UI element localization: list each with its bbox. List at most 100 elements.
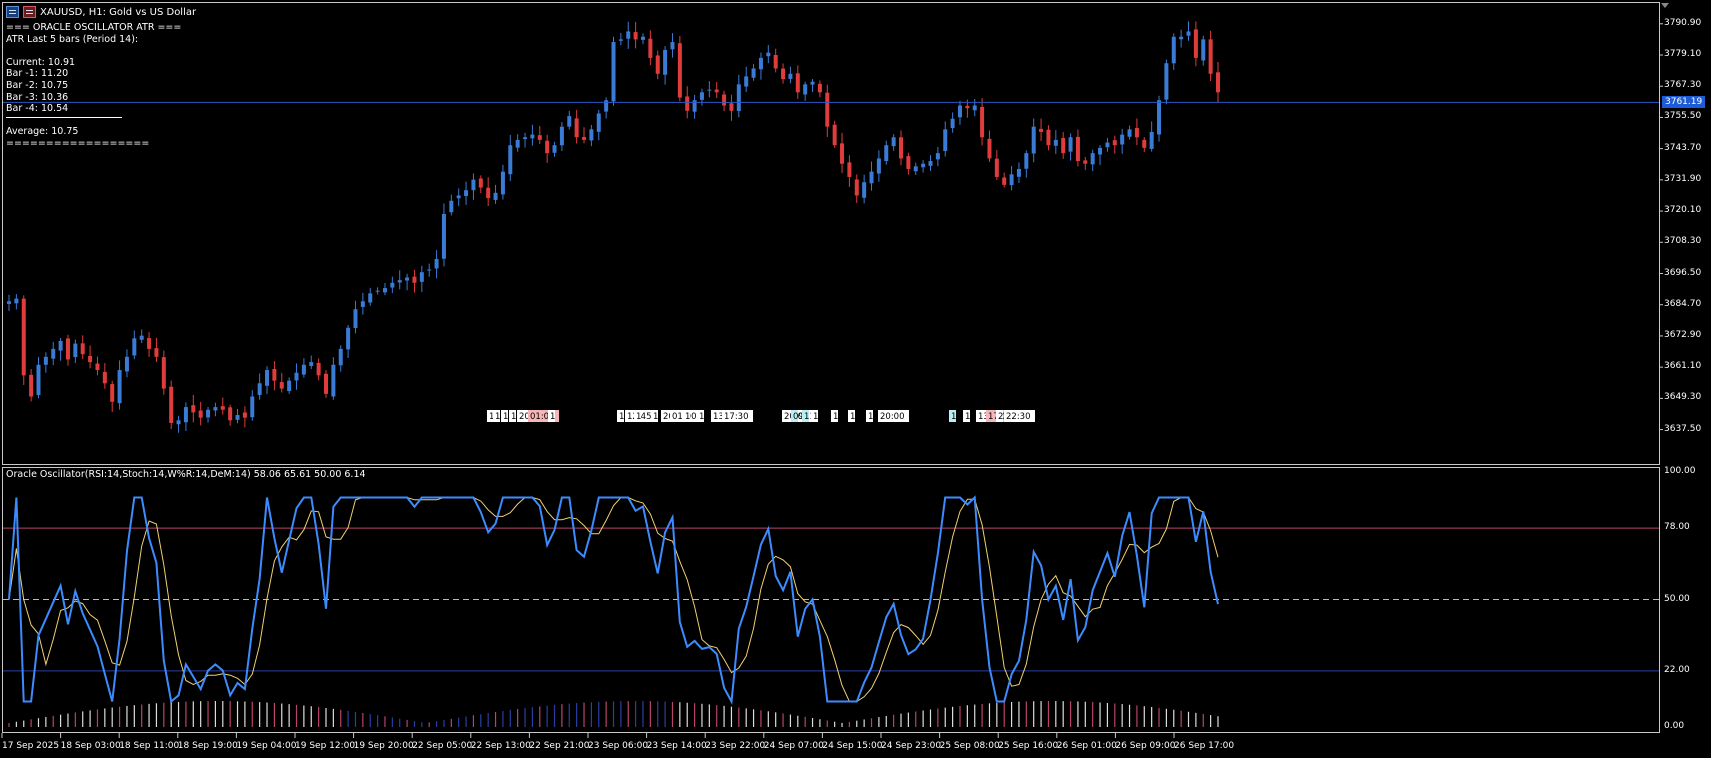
candle-body [353, 309, 358, 328]
candle-body [736, 84, 741, 112]
candle-body [1208, 39, 1213, 74]
current-price-tag: 3761.19 [1662, 96, 1706, 109]
trading-chart-window[interactable]: 111120:3001:001112:4511720:0001:0011113:… [0, 0, 1711, 758]
event-marker-label: 1 [550, 412, 555, 422]
candle-body [169, 386, 174, 423]
candle-body [699, 92, 704, 100]
candle-body [884, 145, 889, 162]
candle-body [360, 301, 365, 307]
candle-body [1127, 129, 1132, 137]
candle-body [935, 153, 940, 160]
candle-body [1157, 100, 1162, 135]
time-axis-label: 19 Sep 12:00 [295, 741, 356, 751]
oscillator-axis-tick: 0.00 [1664, 721, 1685, 731]
candle-body [198, 410, 203, 418]
chart-shift-arrow-icon[interactable] [1661, 3, 1669, 8]
candle-body [640, 36, 645, 40]
event-marker-label: 13 [813, 412, 824, 422]
candle-body [1031, 126, 1036, 154]
candle-body [862, 182, 867, 198]
candle-body [876, 158, 881, 174]
candle-body [265, 370, 270, 386]
candle-body [596, 113, 601, 132]
candle-body [751, 68, 756, 78]
candle-body [567, 116, 572, 127]
candle-body [272, 369, 277, 381]
candle-body [206, 409, 211, 418]
time-axis-label: 19 Sep 20:00 [353, 741, 414, 751]
candle-body [744, 76, 749, 87]
time-axis-label: 17 Sep 2025 [2, 741, 60, 751]
candle-body [810, 81, 815, 85]
oscillator-histogram [8, 701, 1219, 727]
candle-body [1083, 160, 1088, 164]
price-axis-tick: 3720.10 [1664, 205, 1702, 216]
price-axis-tick: 3708.30 [1664, 236, 1702, 247]
candle-body [523, 137, 528, 140]
candle-body [854, 179, 859, 196]
event-marker-label: 11 [699, 412, 710, 422]
oscillator-axis-tick: 100.00 [1664, 466, 1696, 476]
candle-body [950, 118, 955, 129]
candle-body [515, 139, 520, 148]
chart-properties-icon[interactable] [23, 6, 36, 18]
candle-body [972, 105, 977, 111]
price-axis-tick: 3649.30 [1664, 392, 1702, 403]
candle-body [154, 348, 159, 357]
candle-body [655, 55, 660, 74]
atr-info-panel: === ORACLE OSCILLATOR ATR === ATR Last 5 … [6, 22, 181, 150]
price-axis-tick: 3779.10 [1664, 48, 1702, 59]
time-axis-label: 18 Sep 03:00 [60, 741, 121, 751]
candle-body [1193, 29, 1198, 58]
candle-body [464, 190, 469, 197]
candle-body [287, 380, 292, 392]
candle-body [279, 382, 284, 389]
candle-body [847, 162, 852, 177]
candle-body [1009, 174, 1014, 186]
candle-body [220, 406, 225, 410]
candle-body [390, 282, 395, 288]
candle-body [626, 31, 631, 39]
atr-info-line: Bar -4: 10.54 [6, 103, 69, 115]
atr-separator-line [6, 117, 122, 118]
candle-body [788, 73, 793, 79]
candle-body [213, 407, 218, 411]
candle-body [412, 276, 417, 283]
oscillator-label: Oracle Oscillator(RSI:14,Stoch:14,W%R:14… [6, 469, 366, 480]
candle-body [980, 106, 985, 138]
window-menu-icon[interactable] [6, 6, 19, 18]
candle-body [478, 178, 483, 188]
oscillator-axis-tick: 50.00 [1664, 593, 1690, 604]
event-marker-label: 1 [511, 412, 516, 422]
candle-body [7, 301, 11, 304]
price-axis-tick: 3661.10 [1664, 361, 1702, 372]
candle-body [471, 179, 476, 191]
price-axis-tick: 3696.50 [1664, 267, 1702, 278]
candle-body [840, 143, 845, 164]
candle-body [677, 43, 682, 98]
symbol-title: XAUUSD, H1: Gold vs US Dollar [40, 6, 197, 18]
candle-body [80, 343, 85, 355]
event-marker-label: 1 [965, 412, 970, 422]
candle-body [832, 124, 837, 146]
oscillator-panel-frame [2, 467, 1660, 733]
price-axis-tick: 3637.50 [1664, 423, 1702, 434]
candle-body [73, 343, 78, 358]
candle-body [648, 38, 653, 58]
candle-body [1053, 139, 1058, 146]
candle-body [1016, 169, 1021, 177]
candle-body [582, 136, 587, 140]
candle-body [29, 374, 34, 397]
event-marker-label: 1 [495, 412, 500, 422]
event-marker-label: 18 [868, 412, 879, 422]
candle-body [132, 338, 137, 356]
candle-body [346, 327, 351, 350]
candle-body [21, 298, 26, 376]
candle-body [1186, 31, 1191, 36]
price-axis-tick: 3731.90 [1664, 173, 1702, 184]
time-axis-label: 18 Sep 19:00 [177, 741, 238, 751]
candle-body [419, 272, 424, 282]
event-marker-label: 1 [685, 412, 690, 422]
time-axis-label: 25 Sep 08:00 [939, 741, 1000, 751]
chart-canvas[interactable]: 111120:3001:001112:4511720:0001:0011113:… [0, 0, 1711, 758]
